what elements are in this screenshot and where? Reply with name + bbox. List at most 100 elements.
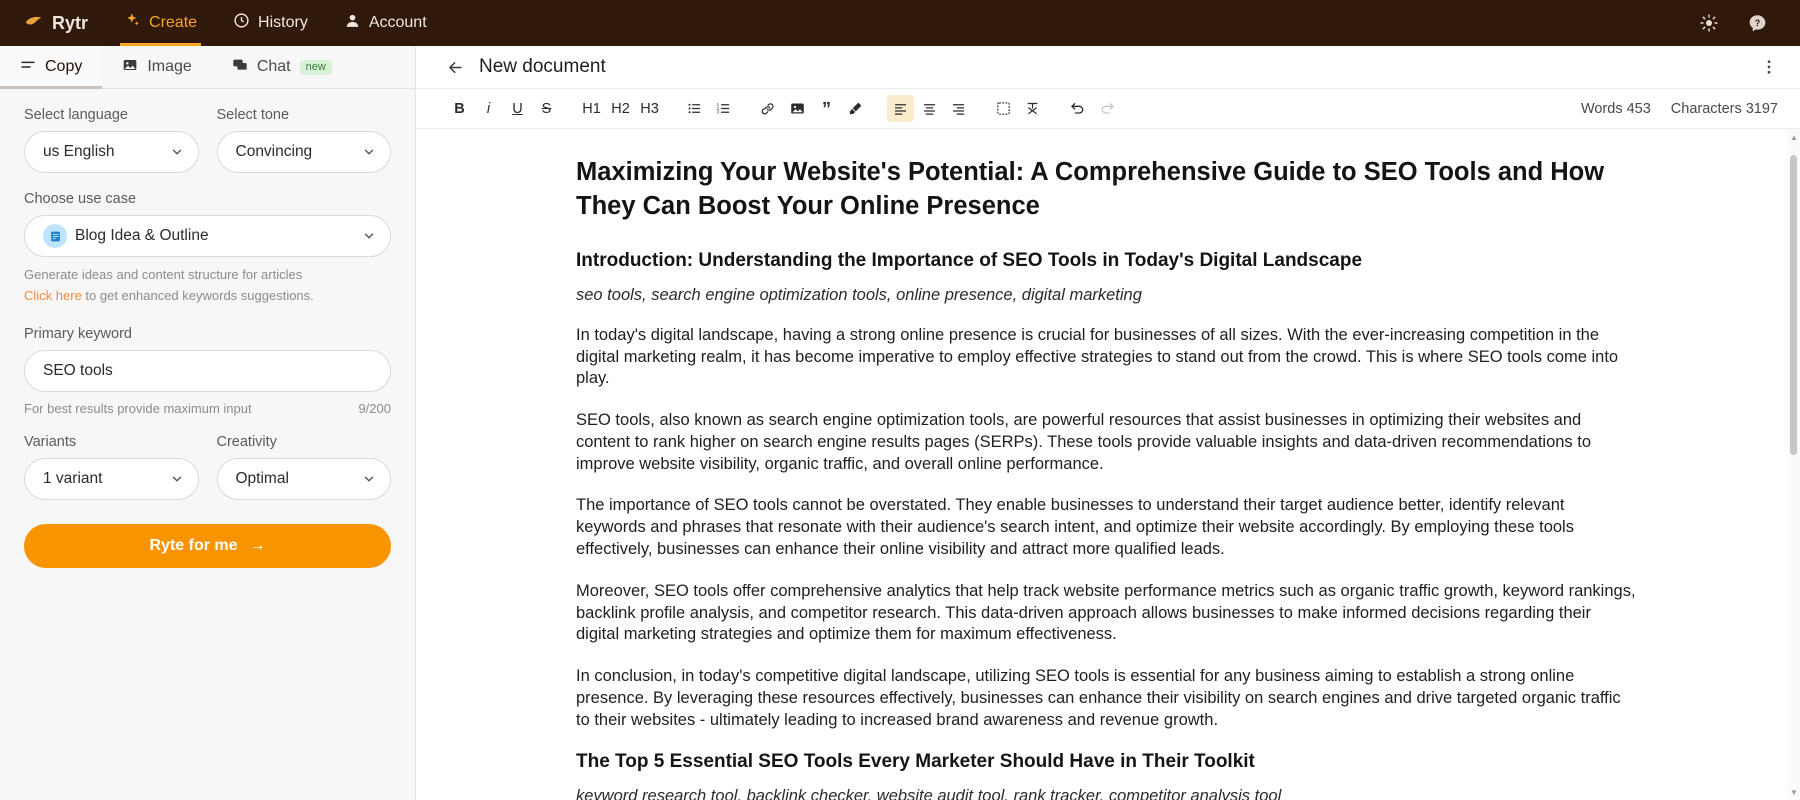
sidebar-form: Select language us English Select tone C… [0, 89, 415, 568]
help-icon[interactable]: ? [1747, 13, 1768, 34]
numbered-list-button[interactable]: 123 [710, 95, 737, 122]
primary-keyword-input[interactable]: SEO tools [24, 349, 391, 392]
redo-button[interactable] [1093, 95, 1120, 122]
document-section-1-heading: Introduction: Understanding the Importan… [576, 249, 1363, 271]
character-count: Characters 3197 [1670, 100, 1778, 117]
nav-item-account[interactable]: Account [326, 0, 445, 46]
editor-scrollbar[interactable]: ▲ ▼ [1788, 129, 1800, 800]
svg-text:3: 3 [717, 110, 720, 115]
primary-keyword-counter: 9/200 [358, 400, 391, 416]
variants-field: Variants 1 variant [24, 434, 199, 500]
creativity-select[interactable]: Optimal [216, 457, 391, 500]
document-section-2-keywords: keyword research tool, backlink checker,… [576, 787, 1282, 800]
creativity-label: Creativity [216, 433, 277, 450]
primary-keyword-field: Primary keyword SEO tools For best resul… [24, 326, 391, 416]
heading-1-button[interactable]: H1 [578, 95, 605, 122]
primary-keyword-helper: For best results provide maximum input [24, 400, 252, 416]
clear-formatting-button[interactable] [1019, 95, 1046, 122]
kebab-menu-icon[interactable] [1760, 58, 1778, 76]
variants-label: Variants [24, 433, 77, 450]
chevron-down-icon [170, 145, 184, 159]
document-icon [43, 224, 67, 248]
language-tone-row: Select language us English Select tone C… [24, 107, 391, 173]
image-icon [122, 57, 138, 78]
variants-creativity-row: Variants 1 variant Creativity Optimal [24, 434, 391, 500]
insert-image-button[interactable] [784, 95, 811, 122]
sparkles-icon [124, 12, 141, 34]
strikethrough-button[interactable]: S [533, 95, 560, 122]
document-heading-1: Maximizing Your Website's Potential: A C… [576, 158, 1605, 221]
tone-select[interactable]: Convincing [216, 131, 391, 173]
document-paragraph-3: The importance of SEO tools cannot be ov… [576, 496, 1574, 558]
chevron-down-icon [362, 145, 376, 159]
link-button[interactable] [755, 95, 782, 122]
bold-button[interactable]: B [446, 95, 473, 122]
brand-label: Rytr [52, 12, 89, 33]
main-body: Copy Image Chat new Select language us E… [0, 46, 1800, 800]
user-icon [344, 12, 361, 34]
bulleted-list-button[interactable] [681, 95, 708, 122]
tone-value: Convincing [235, 143, 313, 160]
use-case-label: Choose use case [24, 191, 137, 207]
variants-value: 1 variant [43, 469, 103, 487]
click-here-link[interactable]: Click here [24, 288, 82, 303]
tab-copy-label: Copy [45, 58, 83, 75]
language-select[interactable]: us English [24, 131, 199, 173]
rytr-logo-icon [24, 11, 44, 36]
chevron-down-icon [170, 472, 184, 486]
use-case-field: Choose use case Blog Idea & Outline Gene… [24, 191, 391, 306]
sidebar-tabs: Copy Image Chat new [0, 46, 415, 89]
align-center-button[interactable] [916, 95, 943, 122]
tab-image-label: Image [147, 58, 192, 75]
clock-icon [233, 12, 250, 34]
underline-button[interactable]: U [504, 95, 531, 122]
tab-chat[interactable]: Chat new [212, 46, 352, 88]
editor-panel: New document B i U S H1 H2 H3 123 ” Word… [416, 46, 1800, 800]
creativity-value: Optimal [235, 469, 289, 487]
align-left-button[interactable] [887, 95, 914, 122]
lines-icon [20, 57, 36, 78]
undo-button[interactable] [1064, 95, 1091, 122]
blockquote-button[interactable]: ” [813, 95, 840, 122]
tone-field: Select tone Convincing [216, 107, 391, 173]
insert-block-button[interactable] [990, 95, 1017, 122]
nav-item-create[interactable]: Create [106, 0, 215, 46]
document-paragraph-4: Moreover, SEO tools offer comprehensive … [576, 581, 1636, 644]
svg-text:?: ? [1755, 18, 1760, 28]
variants-select[interactable]: 1 variant [24, 457, 199, 500]
nav-item-history[interactable]: History [215, 0, 326, 46]
click-here-suffix: to get enhanced keywords suggestions. [81, 287, 314, 303]
document-section-1-keywords: seo tools, search engine optimization to… [576, 285, 1142, 304]
ryte-for-me-button[interactable]: Ryte for me → [24, 523, 391, 568]
tab-copy[interactable]: Copy [0, 46, 103, 89]
chevron-down-icon [362, 472, 376, 486]
use-case-select[interactable]: Blog Idea & Outline [24, 215, 391, 257]
scrollbar-thumb[interactable] [1790, 155, 1797, 455]
document-section-2-heading: The Top 5 Essential SEO Tools Every Mark… [576, 751, 1255, 773]
back-arrow-icon[interactable] [446, 58, 465, 77]
chevron-down-icon [362, 229, 376, 243]
brand-logo[interactable]: Rytr [22, 0, 106, 46]
document-content[interactable]: Maximizing Your Website's Potential: A C… [416, 129, 1788, 800]
heading-3-button[interactable]: H3 [636, 95, 663, 122]
document-header: New document [416, 46, 1800, 89]
language-field: Select language us English [24, 107, 199, 173]
nav-item-account-label: Account [368, 14, 427, 31]
tab-chat-label: Chat [256, 58, 291, 75]
brightness-icon[interactable] [1699, 13, 1719, 33]
app-root: Rytr Create History Account ? Copy Image… [0, 0, 1800, 800]
keyword-suggestion-hint: Click here to get enhanced keywords sugg… [24, 287, 391, 306]
tab-image[interactable]: Image [102, 46, 211, 88]
top-navigation-bar: Rytr Create History Account ? [0, 0, 1800, 46]
italic-button[interactable]: i [475, 95, 502, 122]
language-label: Select language [24, 107, 128, 123]
document-paragraph-5: In conclusion, in today's competitive di… [576, 667, 1621, 729]
highlighter-button[interactable] [842, 95, 869, 122]
primary-keyword-helper-row: For best results provide maximum input 9… [24, 401, 391, 416]
chat-new-badge: new [299, 59, 332, 75]
align-right-button[interactable] [945, 95, 972, 122]
document-paragraph-1: In today's digital landscape, having a s… [576, 325, 1619, 388]
heading-2-button[interactable]: H2 [607, 95, 634, 122]
scroll-down-icon[interactable]: ▼ [1790, 788, 1798, 797]
scroll-up-icon[interactable]: ▲ [1790, 133, 1798, 142]
